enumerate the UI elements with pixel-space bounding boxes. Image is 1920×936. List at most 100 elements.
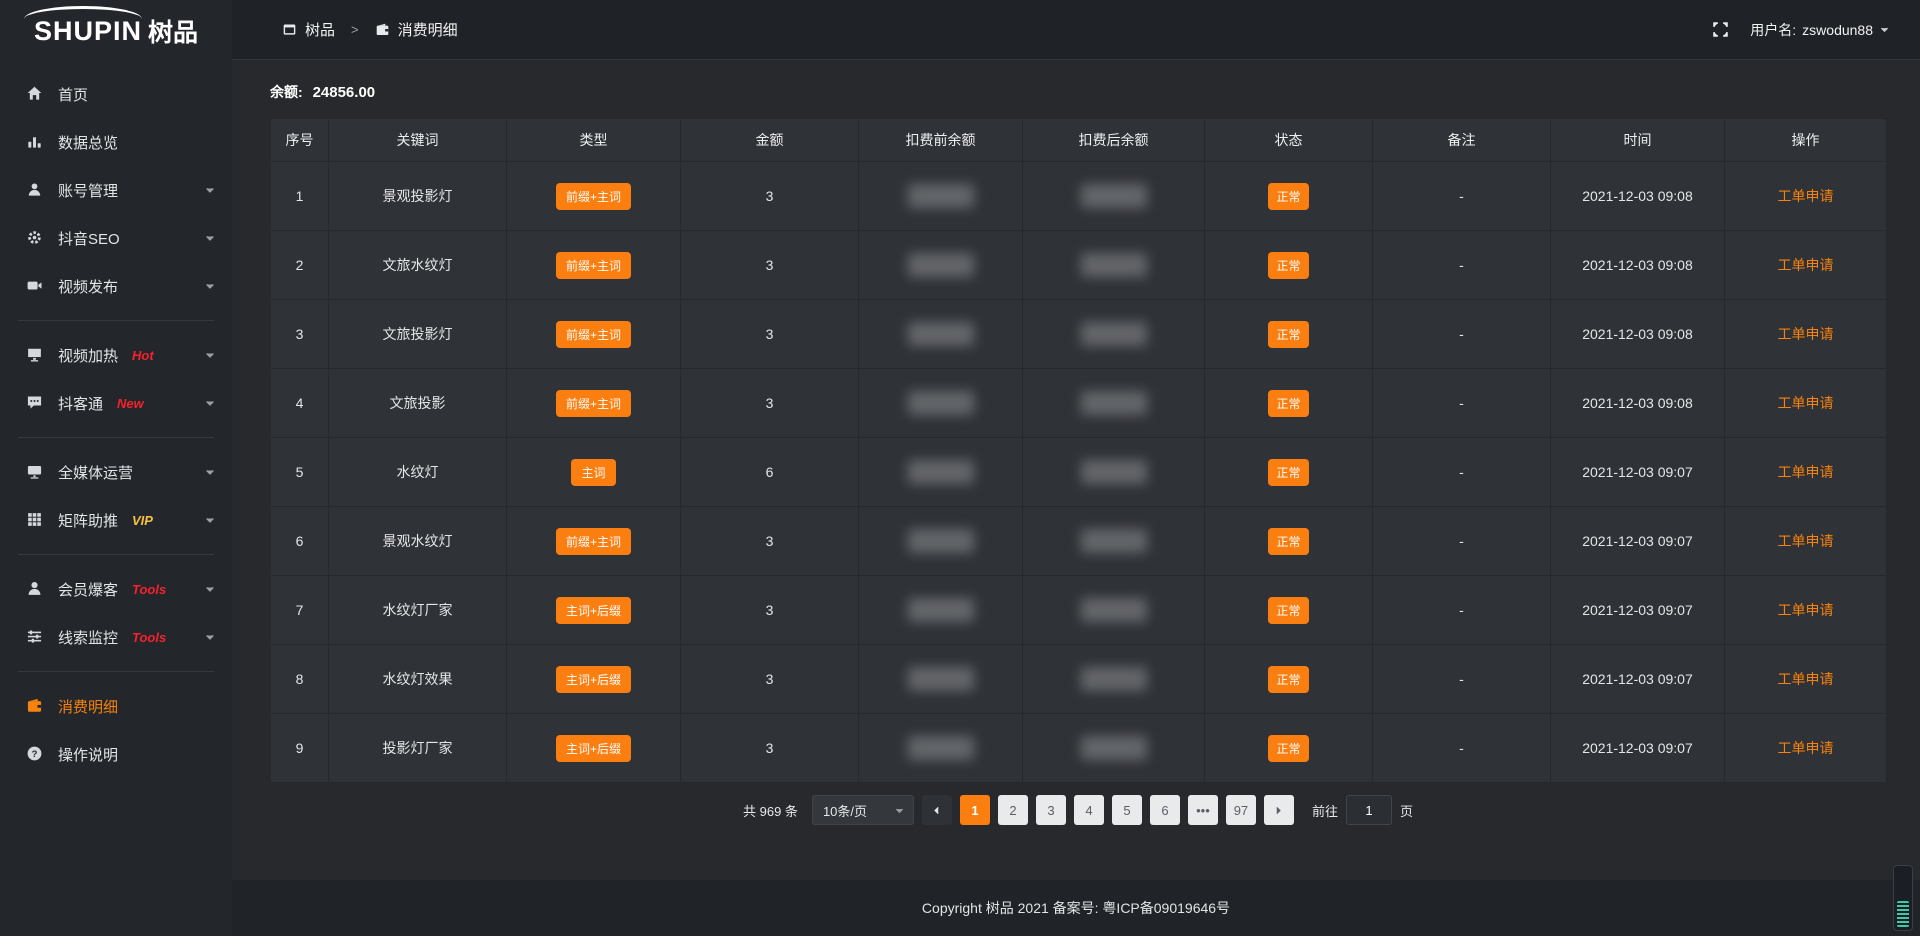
page-button-97[interactable]: 97: [1226, 795, 1256, 825]
copyright-text: Copyright 树品 2021 备案号: 粤ICP备09019646号: [922, 898, 1230, 918]
page-button-5[interactable]: 5: [1112, 795, 1142, 825]
redacted-balance-before: [908, 667, 974, 691]
sidebar-item-lead-monitoring[interactable]: 线索监控 Tools: [0, 613, 232, 661]
sidebar-item-douyin-seo[interactable]: 抖音SEO: [0, 214, 232, 262]
breadcrumb-item-current: 消费明细: [398, 19, 458, 40]
table-row: 1 景观投影灯 前缀+主词 3 正常 - 2021-12-03 09:08 工单…: [271, 162, 1887, 231]
chevron-down-icon: [204, 232, 216, 244]
type-badge: 主词: [571, 459, 615, 486]
ticket-request-link[interactable]: 工单申请: [1778, 464, 1834, 480]
content: 余额: 24856.00 序号 关键词 类型 金额 扣费前余额 扣费后余额 状态…: [232, 60, 1920, 880]
ticket-request-link[interactable]: 工单申请: [1778, 602, 1834, 618]
redacted-balance-after: [1081, 460, 1147, 484]
cell-index: 2: [271, 231, 329, 300]
ticket-request-link[interactable]: 工单申请: [1778, 257, 1834, 273]
logo-arc: [24, 6, 142, 32]
cell-amount: 3: [681, 300, 859, 369]
footer: Copyright 树品 2021 备案号: 粤ICP备09019646号: [232, 880, 1920, 936]
sidebar-item-operation-guide[interactable]: ? 操作说明: [0, 730, 232, 778]
page-button-4[interactable]: 4: [1074, 795, 1104, 825]
table-row: 3 文旅投影灯 前缀+主词 3 正常 - 2021-12-03 09:08 工单…: [271, 300, 1887, 369]
cell-remark: -: [1373, 438, 1551, 507]
sidebar-item-label: 全媒体运营: [58, 462, 133, 483]
wallet-icon: [375, 22, 390, 37]
sidebar-item-badge: VIP: [132, 513, 153, 528]
member-icon: [26, 580, 44, 598]
consumption-table: 序号 关键词 类型 金额 扣费前余额 扣费后余额 状态 备注 时间 操作 1 景…: [270, 118, 1887, 783]
goto-page: 前往 页: [1312, 795, 1413, 825]
page-button-1[interactable]: 1: [960, 795, 990, 825]
sidebar-item-video-heating[interactable]: 视频加热 Hot: [0, 331, 232, 379]
sidebar-item-matrix-boost[interactable]: 矩阵助推 VIP: [0, 496, 232, 544]
sidebar-item-video-publish[interactable]: 视频发布: [0, 262, 232, 310]
ticket-request-link[interactable]: 工单申请: [1778, 740, 1834, 756]
cell-index: 4: [271, 369, 329, 438]
sidebar: SHUPIN 树品 首页 数据总览 账号管理 抖音SEO 视频发布 视频加热 H…: [0, 0, 232, 936]
prev-page-button[interactable]: [922, 795, 952, 825]
user-menu[interactable]: 用户名: zswodun88: [1750, 20, 1890, 40]
type-badge: 前缀+主词: [556, 321, 631, 348]
more-pages-button[interactable]: •••: [1188, 795, 1218, 825]
sidebar-item-home[interactable]: 首页: [0, 70, 232, 118]
redacted-balance-after: [1081, 322, 1147, 346]
sidebar-item-label: 视频发布: [58, 276, 118, 297]
sidebar-item-data-overview[interactable]: 数据总览: [0, 118, 232, 166]
cell-index: 7: [271, 576, 329, 645]
status-badge: 正常: [1268, 252, 1308, 279]
sidebar-item-consumption-details[interactable]: 消费明细: [0, 682, 232, 730]
ticket-request-link[interactable]: 工单申请: [1778, 533, 1834, 549]
sidebar-item-label: 操作说明: [58, 744, 118, 765]
ticket-request-link[interactable]: 工单申请: [1778, 188, 1834, 204]
ticket-request-link[interactable]: 工单申请: [1778, 326, 1834, 342]
redacted-balance-after: [1081, 253, 1147, 277]
next-page-button[interactable]: [1264, 795, 1294, 825]
page-button-2[interactable]: 2: [998, 795, 1028, 825]
redacted-balance-before: [908, 184, 974, 208]
sidebar-item-douketong[interactable]: 抖客通 New: [0, 379, 232, 427]
status-badge: 正常: [1268, 597, 1308, 624]
balance-label: 余额:: [270, 84, 303, 100]
cell-amount: 3: [681, 231, 859, 300]
cell-time: 2021-12-03 09:07: [1551, 714, 1725, 783]
video-camera-icon: [26, 277, 44, 295]
breadcrumb-item-home[interactable]: 树品: [305, 19, 335, 40]
chevron-down-icon: [204, 397, 216, 409]
monitor-icon: [26, 463, 44, 481]
main-area: 树品 > 消费明细 用户名: zswodun88 余额: 24856.00: [232, 0, 1920, 936]
redacted-balance-after: [1081, 391, 1147, 415]
cell-time: 2021-12-03 09:07: [1551, 576, 1725, 645]
sidebar-item-label: 消费明细: [58, 696, 118, 717]
sliders-icon: [26, 628, 44, 646]
fullscreen-icon[interactable]: [1712, 21, 1730, 39]
sidebar-item-member-baoke[interactable]: 会员爆客 Tools: [0, 565, 232, 613]
page-button-6[interactable]: 6: [1150, 795, 1180, 825]
table-row: 6 景观水纹灯 前缀+主词 3 正常 - 2021-12-03 09:07 工单…: [271, 507, 1887, 576]
ticket-request-link[interactable]: 工单申请: [1778, 395, 1834, 411]
sidebar-item-omni-media[interactable]: 全媒体运营: [0, 448, 232, 496]
sidebar-divider: [18, 437, 214, 438]
goto-page-input[interactable]: [1346, 795, 1392, 825]
cell-keyword: 水纹灯效果: [329, 645, 507, 714]
col-action: 操作: [1725, 119, 1887, 162]
cell-time: 2021-12-03 09:08: [1551, 369, 1725, 438]
page-button-3[interactable]: 3: [1036, 795, 1066, 825]
table-row: 4 文旅投影 前缀+主词 3 正常 - 2021-12-03 09:08 工单申…: [271, 369, 1887, 438]
chevron-down-icon: [1879, 24, 1890, 35]
redacted-balance-before: [908, 529, 974, 553]
cell-keyword: 水纹灯: [329, 438, 507, 507]
browser-overlay-widget[interactable]: [1893, 865, 1913, 931]
cell-amount: 3: [681, 645, 859, 714]
redacted-balance-after: [1081, 184, 1147, 208]
page-size-select[interactable]: 10条/页: [812, 795, 914, 825]
balance: 余额: 24856.00: [270, 82, 1886, 102]
cell-keyword: 景观水纹灯: [329, 507, 507, 576]
cell-keyword: 水纹灯厂家: [329, 576, 507, 645]
chevron-down-icon: [204, 631, 216, 643]
sidebar-item-account-management[interactable]: 账号管理: [0, 166, 232, 214]
ticket-request-link[interactable]: 工单申请: [1778, 671, 1834, 687]
overlay-widget-bars: [1897, 901, 1909, 927]
logo-text-cn: 树品: [148, 13, 198, 49]
sidebar-item-badge: Tools: [132, 582, 166, 597]
redacted-balance-after: [1081, 529, 1147, 553]
cell-time: 2021-12-03 09:07: [1551, 645, 1725, 714]
